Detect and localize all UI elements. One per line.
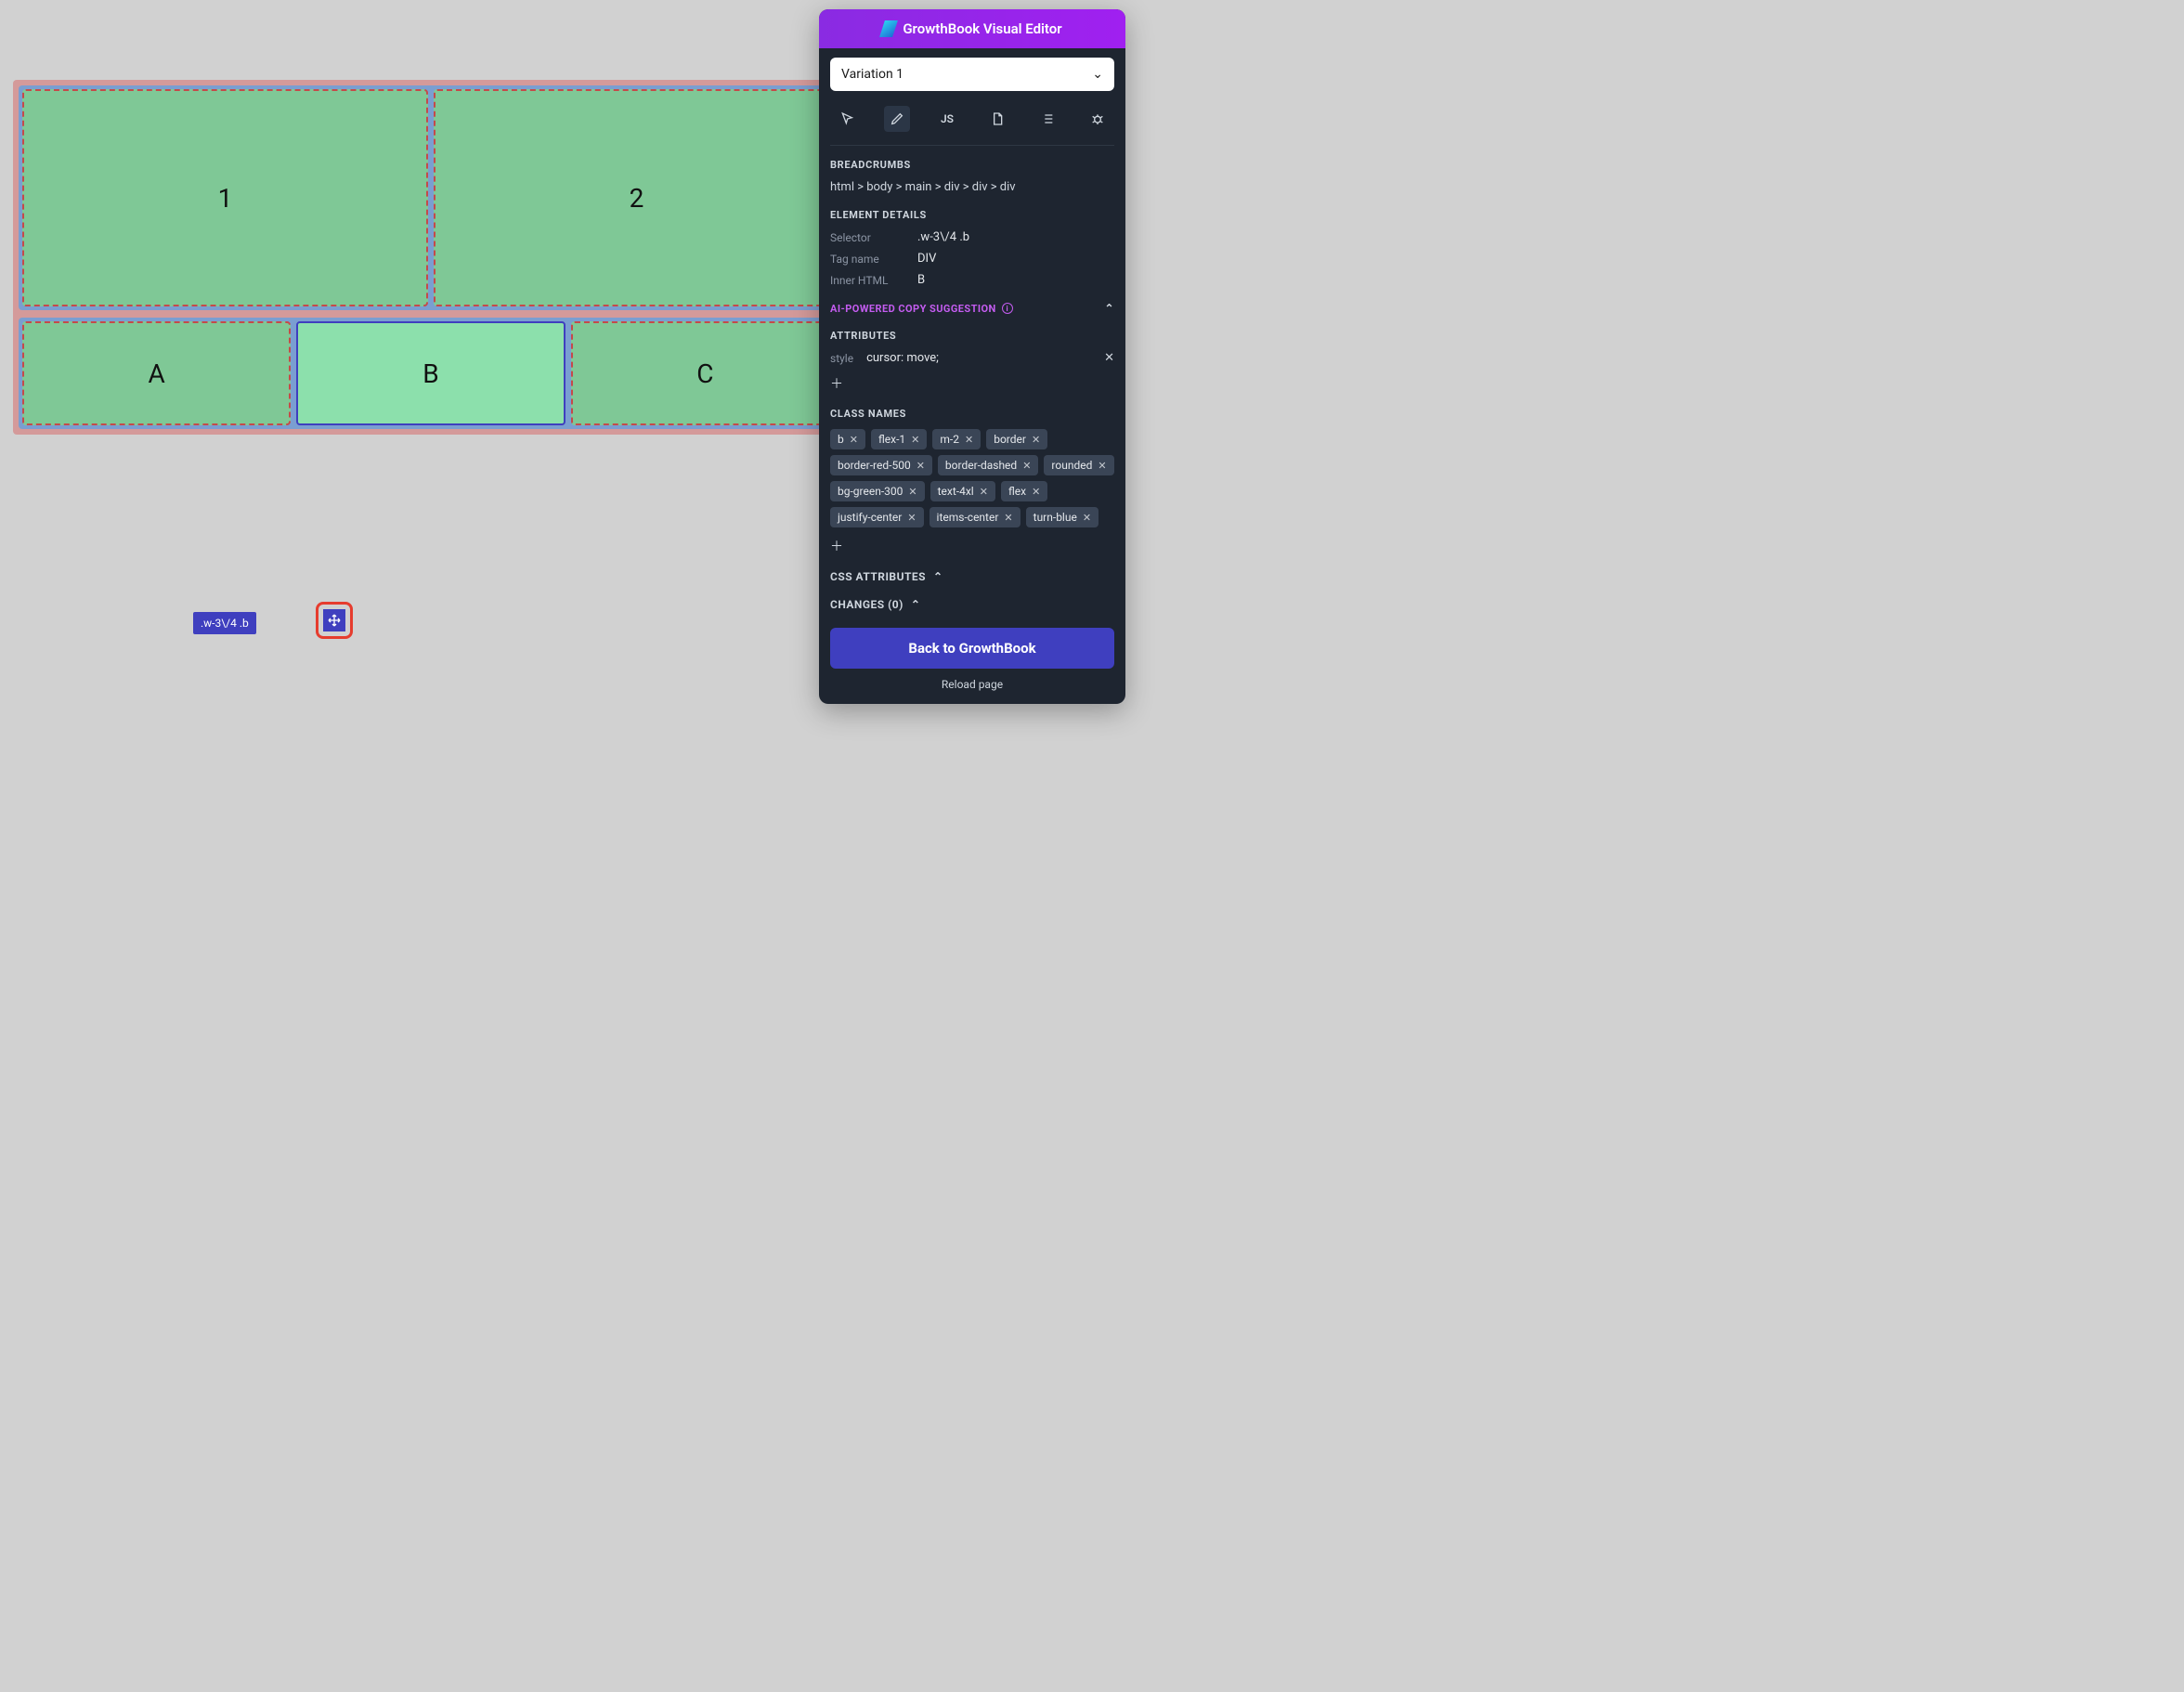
remove-class-icon[interactable]: ✕ [965, 434, 973, 446]
class-name-chips: b✕ flex-1✕m-2✕border✕ border-red-500✕ borde… [830, 429, 1114, 555]
css-file-icon [990, 111, 1005, 126]
chevron-up-icon: ⌃ [911, 598, 921, 611]
variation-value: Variation 1 [841, 67, 904, 82]
class-names-label: CLASS NAMES [830, 408, 1114, 420]
breadcrumbs-path[interactable]: html > body > main > div > div > div [830, 180, 1114, 194]
move-handle[interactable] [323, 609, 345, 631]
js-tool[interactable]: JS [934, 106, 960, 132]
cursor-icon [839, 111, 854, 126]
class-chip[interactable]: turn-blue✕ [1026, 507, 1098, 527]
cursor-tool[interactable] [834, 106, 860, 132]
detail-innerhtml: Inner HTMLB [830, 273, 1114, 287]
debug-tool[interactable] [1085, 106, 1111, 132]
ai-copy-suggestion[interactable]: AI-POWERED COPY SUGGESTION i ⌃ [830, 302, 1114, 315]
css-attributes-section[interactable]: CSS ATTRIBUTES ⌃ [830, 570, 1114, 583]
add-attribute-button[interactable]: ＋ [830, 374, 843, 393]
class-chip[interactable]: text-4xl✕ [930, 481, 995, 501]
class-chip[interactable]: rounded✕ [1044, 455, 1113, 475]
remove-class-icon[interactable]: ✕ [907, 512, 916, 524]
selector-floating-label: .w-3\/4 .b [193, 612, 256, 634]
growthbook-logo-icon [879, 20, 898, 37]
panel-title: GrowthBook Visual Editor [903, 20, 1061, 37]
changes-section[interactable]: CHANGES (0) ⌃ [830, 598, 1114, 611]
detail-selector: Selector.w-3\/4 .b [830, 230, 1114, 244]
remove-class-icon[interactable]: ✕ [1022, 460, 1031, 472]
box-2[interactable]: 2 [434, 89, 839, 306]
attribute-style[interactable]: style cursor: move; ✕ [830, 351, 1114, 365]
move-handle-highlight [316, 602, 353, 639]
class-chip[interactable]: b✕ [830, 429, 865, 449]
class-chip[interactable]: m-2✕ [932, 429, 981, 449]
canvas: 1 2 A B C .w-3\/4 .b [13, 80, 849, 435]
remove-class-icon[interactable]: ✕ [980, 486, 988, 498]
chevron-up-icon: ⌃ [933, 570, 943, 583]
outer-container: 1 2 A B C [13, 80, 849, 435]
remove-class-icon[interactable]: ✕ [1098, 460, 1106, 472]
visual-editor-panel: GrowthBook Visual Editor Variation 1 ⌄ J… [819, 9, 1125, 704]
class-chip[interactable]: flex-1✕ [871, 429, 927, 449]
chevron-down-icon: ⌄ [1092, 67, 1103, 82]
add-class-button[interactable]: ＋ [830, 537, 843, 555]
class-chip[interactable]: items-center✕ [930, 507, 1020, 527]
remove-class-icon[interactable]: ✕ [1032, 434, 1040, 446]
move-icon [327, 613, 342, 628]
info-icon: i [1002, 303, 1013, 314]
remove-class-icon[interactable]: ✕ [1004, 512, 1012, 524]
pencil-icon [890, 111, 904, 126]
detail-tagname: Tag nameDIV [830, 252, 1114, 266]
class-chip[interactable]: border✕ [986, 429, 1047, 449]
remove-class-icon[interactable]: ✕ [1083, 512, 1091, 524]
remove-class-icon[interactable]: ✕ [908, 486, 916, 498]
class-chip[interactable]: border-red-500✕ [830, 455, 932, 475]
variation-select[interactable]: Variation 1 ⌄ [830, 58, 1114, 91]
remove-class-icon[interactable]: ✕ [850, 434, 858, 446]
attributes-label: ATTRIBUTES [830, 330, 1114, 342]
pencil-tool[interactable] [884, 106, 910, 132]
box-b-selected[interactable]: B [296, 321, 565, 425]
panel-header[interactable]: GrowthBook Visual Editor [819, 9, 1125, 48]
bug-icon [1090, 111, 1105, 126]
class-chip[interactable]: flex✕ [1001, 481, 1047, 501]
reload-page-link[interactable]: Reload page [830, 678, 1114, 691]
list-icon [1040, 111, 1055, 126]
remove-class-icon[interactable]: ✕ [916, 460, 925, 472]
box-c[interactable]: C [571, 321, 839, 425]
css-tool[interactable] [984, 106, 1010, 132]
row-bottom: A B C [19, 318, 843, 429]
class-chip[interactable]: border-dashed✕ [938, 455, 1039, 475]
remove-class-icon[interactable]: ✕ [1032, 486, 1040, 498]
element-details-label: ELEMENT DETAILS [830, 209, 1114, 221]
class-chip[interactable]: bg-green-300✕ [830, 481, 925, 501]
box-a[interactable]: A [22, 321, 291, 425]
back-to-growthbook-button[interactable]: Back to GrowthBook [830, 628, 1114, 669]
remove-class-icon[interactable]: ✕ [911, 434, 919, 446]
chevron-up-icon: ⌃ [1105, 302, 1115, 315]
list-tool[interactable] [1034, 106, 1060, 132]
breadcrumbs-label: BREADCRUMBS [830, 159, 1114, 171]
box-1[interactable]: 1 [22, 89, 428, 306]
remove-attribute-icon[interactable]: ✕ [1104, 351, 1114, 365]
row-top: 1 2 [19, 85, 843, 310]
class-chip[interactable]: justify-center✕ [830, 507, 924, 527]
toolbar: JS [830, 100, 1114, 146]
